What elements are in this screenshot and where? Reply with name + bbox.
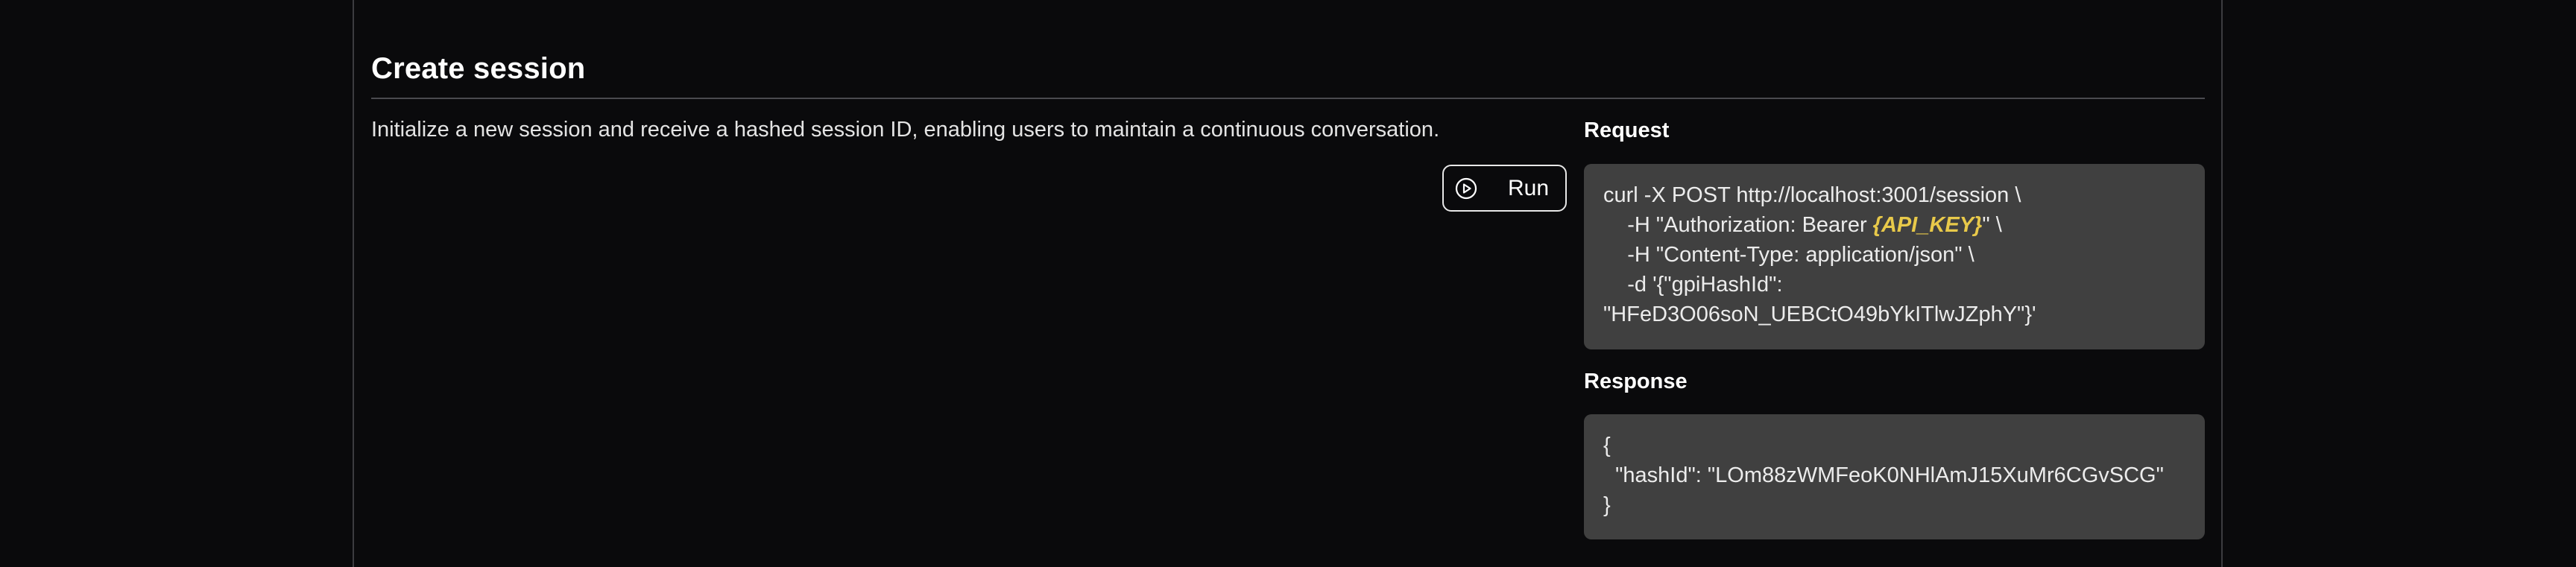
response-code-block: { "hashId": "LOm88zWMFeoK0NHlAmJ15XuMr6C… <box>1584 414 2205 539</box>
section-description: Initialize a new session and receive a h… <box>371 118 1440 142</box>
section-title: Create session <box>371 52 586 85</box>
request-line: -d '{"gpiHashId": <box>1603 273 1783 297</box>
request-line: " \ <box>1982 213 2002 237</box>
request-line: -H "Authorization: Bearer <box>1603 213 1873 237</box>
response-line: "hashId": "LOm88zWMFeoK0NHlAmJ15XuMr6CGv… <box>1603 463 2164 487</box>
request-line: "HFeD3O06soN_UEBCtO49bYkITlwJZphY"}' <box>1603 302 2036 326</box>
request-heading: Request <box>1584 118 1670 142</box>
response-line: } <box>1603 493 1611 517</box>
api-key-placeholder: {API_KEY} <box>1872 213 1983 237</box>
title-divider <box>371 98 2205 99</box>
request-line: -H "Content-Type: application/json" \ <box>1603 243 1974 267</box>
content-right-border <box>2221 0 2223 567</box>
request-line: curl -X POST http://localhost:3001/sessi… <box>1603 183 2021 207</box>
request-code-block: curl -X POST http://localhost:3001/sessi… <box>1584 164 2205 349</box>
response-line: { <box>1603 434 1611 457</box>
run-button-label: Run <box>1508 175 1550 200</box>
run-button[interactable]: Run <box>1442 165 1567 212</box>
content-left-border <box>353 0 354 567</box>
api-docs-page: Create session Initialize a new session … <box>0 0 2576 567</box>
response-heading: Response <box>1584 370 1688 393</box>
play-circle-icon <box>1454 177 1478 200</box>
